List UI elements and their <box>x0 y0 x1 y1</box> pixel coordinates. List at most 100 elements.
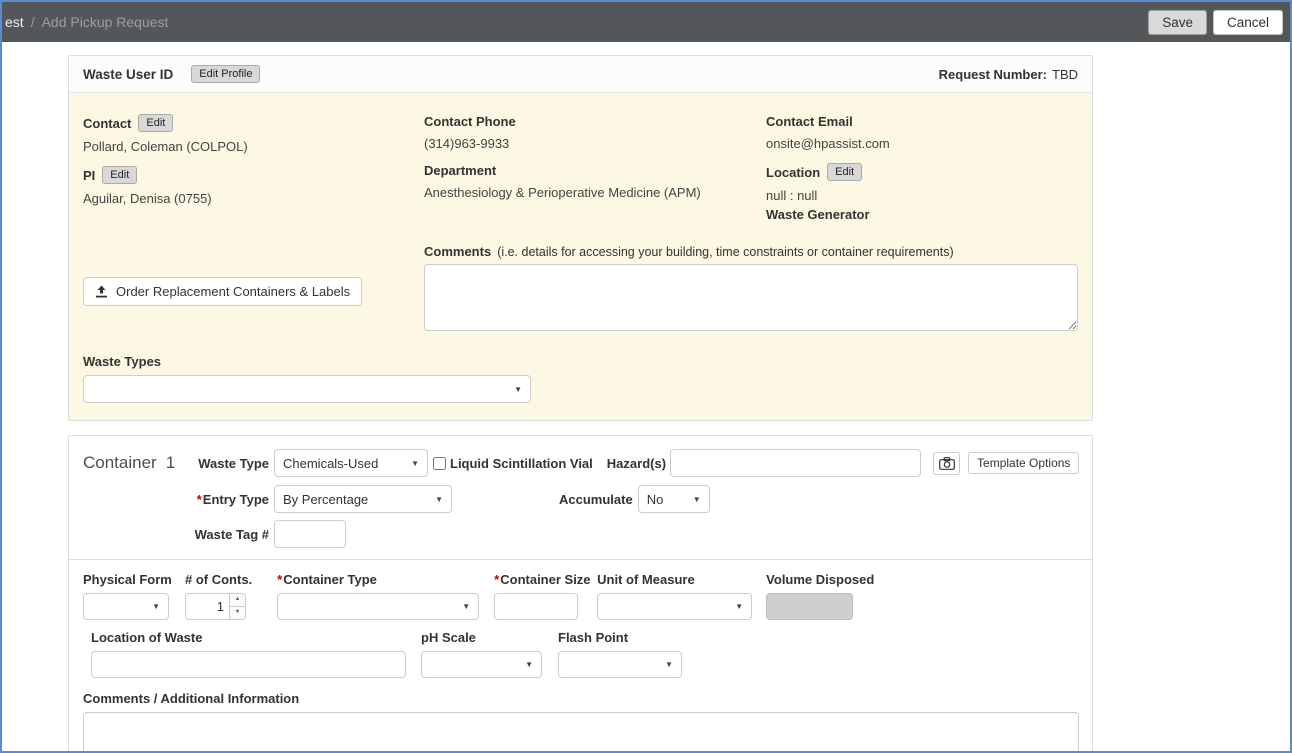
upload-icon <box>95 285 108 298</box>
container-type-field: *Container Type ▼ <box>277 572 479 620</box>
pi-label: PI <box>83 168 95 183</box>
location-edit-button[interactable]: Edit <box>827 163 862 181</box>
template-options-button[interactable]: Template Options <box>968 452 1079 474</box>
container-title: Container 1 <box>83 453 187 473</box>
waste-tag-label: Waste Tag # <box>187 527 269 542</box>
comments-hint: (i.e. details for accessing your buildin… <box>497 245 953 259</box>
volume-disposed-field: Volume Disposed <box>766 572 853 620</box>
container-size-field: *Container Size <box>494 572 578 620</box>
waste-user-card: Waste User ID Edit Profile Request Numbe… <box>68 55 1093 421</box>
num-conts-stepper[interactable]: ▲ ▼ <box>185 593 246 620</box>
spinner-down-button[interactable]: ▼ <box>230 607 245 619</box>
waste-type-select[interactable]: Chemicals-Used ▼ <box>274 449 428 477</box>
container-number: 1 <box>166 453 175 472</box>
department-value: Anesthesiology & Perioperative Medicine … <box>424 185 766 200</box>
comments-field: Comments (i.e. details for accessing you… <box>424 244 1078 334</box>
chevron-down-icon: ▼ <box>693 495 701 504</box>
comments-textarea[interactable] <box>424 264 1078 331</box>
waste-user-card-body: Contact Edit Pollard, Coleman (COLPOL) P… <box>69 93 1092 420</box>
breadcrumb-parent-link[interactable]: est <box>5 14 24 30</box>
waste-types-label: Waste Types <box>83 354 1078 369</box>
location-of-waste-field: Location of Waste <box>91 630 406 678</box>
topbar-actions: Save Cancel <box>1148 10 1283 35</box>
pi-field: PI Edit Aguilar, Denisa (0755) <box>83 166 424 206</box>
entry-type-select[interactable]: By Percentage ▼ <box>274 485 452 513</box>
container-card-header: Container 1 Waste Type Chemicals-Used ▼ L… <box>69 436 1092 560</box>
ph-scale-field: pH Scale ▼ <box>421 630 542 678</box>
waste-types-select[interactable]: ▼ <box>83 375 531 403</box>
chevron-down-icon: ▼ <box>462 602 470 611</box>
number-spinner: ▲ ▼ <box>229 594 245 619</box>
container-size-label: *Container Size <box>494 572 578 587</box>
location-value: null : null <box>766 188 1078 203</box>
page-title: Add Pickup Request <box>42 14 169 30</box>
chevron-down-icon: ▼ <box>514 385 522 394</box>
spinner-up-icon: ▲ <box>235 597 240 603</box>
chevron-down-icon: ▼ <box>735 602 743 611</box>
order-replacement-button[interactable]: Order Replacement Containers & Labels <box>83 277 362 306</box>
contact-value: Pollard, Coleman (COLPOL) <box>83 139 424 154</box>
order-col: Order Replacement Containers & Labels <box>83 244 424 334</box>
num-conts-field: # of Conts. ▲ ▼ <box>185 572 252 620</box>
pi-edit-button[interactable]: Edit <box>102 166 137 184</box>
unit-of-measure-label: Unit of Measure <box>597 572 752 587</box>
profile-info-grid: Contact Edit Pollard, Coleman (COLPOL) P… <box>83 114 1078 222</box>
contact-email-label: Contact Email <box>766 114 853 129</box>
container-size-input[interactable] <box>494 593 578 620</box>
accumulate-label: Accumulate <box>559 492 633 507</box>
entry-type-label: *Entry Type <box>187 492 269 507</box>
ph-scale-select[interactable]: ▼ <box>421 651 542 678</box>
lsv-label: Liquid Scintillation Vial <box>450 456 593 471</box>
chevron-down-icon: ▼ <box>525 660 533 669</box>
hazards-input[interactable] <box>670 449 921 477</box>
accumulate-select[interactable]: No ▼ <box>638 485 710 513</box>
contact-field: Contact Edit Pollard, Coleman (COLPOL) <box>83 114 424 154</box>
camera-button[interactable] <box>933 452 960 475</box>
physical-form-field: Physical Form ▼ <box>83 572 169 620</box>
department-label: Department <box>424 163 496 178</box>
waste-type-label: Waste Type <box>187 456 269 471</box>
save-button[interactable]: Save <box>1148 10 1207 35</box>
volume-disposed-input <box>766 593 853 620</box>
department-field: Department Anesthesiology & Perioperativ… <box>424 163 766 200</box>
container-detail-row-1: Physical Form ▼ # of Conts. ▲ ▼ <box>83 572 1078 620</box>
breadcrumb: est / Add Pickup Request <box>5 14 168 30</box>
flash-point-label: Flash Point <box>558 630 682 645</box>
flash-point-select[interactable]: ▼ <box>558 651 682 678</box>
topbar: est / Add Pickup Request Save Cancel <box>2 2 1290 42</box>
chevron-down-icon: ▼ <box>411 459 419 468</box>
chevron-down-icon: ▼ <box>435 495 443 504</box>
unit-of-measure-select[interactable]: ▼ <box>597 593 752 620</box>
waste-types-field: Waste Types ▼ <box>83 354 1078 403</box>
liquid-scintillation-vial-checkbox[interactable] <box>433 457 446 470</box>
lsv-field: Liquid Scintillation Vial <box>433 456 593 471</box>
location-of-waste-input[interactable] <box>91 651 406 678</box>
contact-edit-button[interactable]: Edit <box>138 114 173 132</box>
container-type-label: *Container Type <box>277 572 479 587</box>
camera-icon <box>939 457 955 470</box>
hazards-label: Hazard(s) <box>607 456 666 471</box>
required-asterisk: * <box>277 572 282 587</box>
ph-scale-label: pH Scale <box>421 630 542 645</box>
entry-type-selected-value: By Percentage <box>283 492 368 507</box>
required-asterisk: * <box>494 572 499 587</box>
container-card-body: Physical Form ▼ # of Conts. ▲ ▼ <box>69 560 1092 751</box>
num-conts-input[interactable] <box>186 594 229 619</box>
waste-user-id-label: Waste User ID <box>83 67 173 82</box>
flash-point-field: Flash Point ▼ <box>558 630 682 678</box>
waste-tag-input[interactable] <box>274 520 346 548</box>
request-number-value: TBD <box>1052 67 1078 82</box>
edit-profile-button[interactable]: Edit Profile <box>191 65 260 83</box>
additional-comments-textarea[interactable] <box>83 712 1079 751</box>
physical-form-select[interactable]: ▼ <box>83 593 169 620</box>
container-detail-row-2: Location of Waste pH Scale ▼ Flash Point <box>83 630 1078 678</box>
breadcrumb-separator: / <box>31 14 35 30</box>
location-field: Location Edit null : null Waste Generato… <box>766 163 1078 222</box>
waste-user-card-header: Waste User ID Edit Profile Request Numbe… <box>69 56 1092 93</box>
cancel-button[interactable]: Cancel <box>1213 10 1283 35</box>
num-conts-label: # of Conts. <box>185 572 252 587</box>
container-title-text: Container <box>83 453 157 472</box>
spinner-up-button[interactable]: ▲ <box>230 594 245 607</box>
volume-disposed-label: Volume Disposed <box>766 572 853 587</box>
container-type-select[interactable]: ▼ <box>277 593 479 620</box>
